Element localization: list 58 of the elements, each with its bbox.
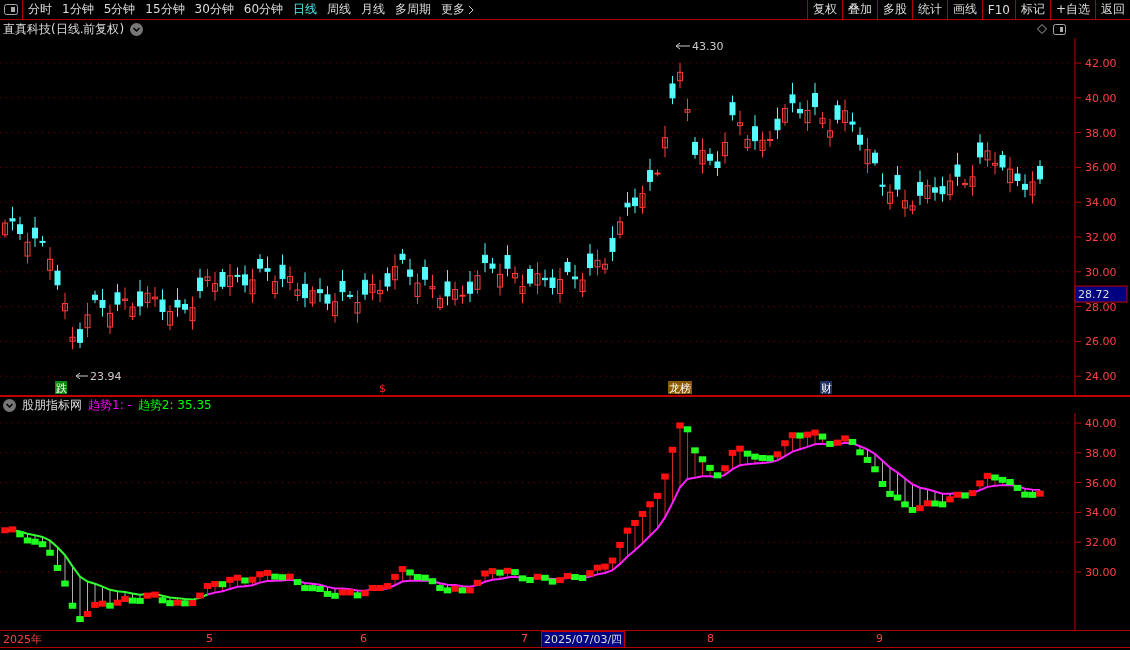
toolbar-button[interactable]: 统计	[911, 0, 947, 19]
legend-value: 趋势2: 35.35	[137, 396, 212, 414]
date-label: 6	[360, 632, 367, 645]
price-axis-label: 36.00	[1085, 161, 1117, 175]
chevron-right-icon	[468, 4, 475, 15]
dropdown-icon[interactable]	[130, 22, 144, 36]
date-label: 8	[707, 632, 714, 645]
indicator-axis-label: 32.00	[1085, 536, 1117, 550]
event-badge[interactable]: $	[379, 382, 386, 395]
price-axis-label: 32.00	[1085, 231, 1117, 244]
toolbar-button[interactable]: 画线	[946, 0, 982, 19]
toolbar-button[interactable]: F10	[981, 0, 1015, 19]
legend-value: 趋势1: -	[88, 396, 132, 414]
collapse-icon[interactable]	[3, 398, 16, 412]
period-tab[interactable]: 月线	[356, 0, 391, 19]
period-tab[interactable]: 30分钟	[189, 0, 239, 19]
indicator-name: 股朋指标网	[22, 396, 82, 414]
panel-toggle-icon[interactable]	[1053, 23, 1066, 35]
period-tab[interactable]: 更多	[436, 0, 480, 19]
diamond-icon[interactable]	[1037, 24, 1047, 34]
date-label: 2025年	[3, 632, 42, 647]
period-tab[interactable]: 5分钟	[98, 0, 141, 19]
price-axis-label: 28.00	[1085, 300, 1117, 314]
period-tab[interactable]: 1分钟	[57, 0, 99, 19]
toolbar-button[interactable]: 复权	[806, 0, 842, 19]
event-badge[interactable]: 财	[820, 381, 832, 395]
indicator-axis-label: 40.00	[1085, 417, 1117, 430]
period-tab[interactable]: 60分钟	[238, 0, 289, 19]
period-tab[interactable]: 日线	[288, 0, 323, 19]
current-price-label: 28.72	[1078, 288, 1110, 302]
period-tab[interactable]: 分时	[23, 0, 57, 19]
event-badge[interactable]: 龙榜	[668, 381, 692, 395]
date-label: 7	[521, 632, 528, 645]
price-axis-label: 26.00	[1085, 335, 1117, 349]
period-tab[interactable]: 15分钟	[140, 0, 190, 19]
date-label: 9	[876, 632, 883, 645]
toolbar-button[interactable]: +自选	[1049, 0, 1095, 19]
event-badge[interactable]: 跌	[55, 381, 67, 395]
price-axis-label: 38.00	[1085, 126, 1117, 140]
price-axis-label: 24.00	[1085, 370, 1117, 384]
date-label: 5	[206, 632, 213, 645]
toolbar-button[interactable]: 返回	[1095, 0, 1130, 19]
period-tab[interactable]: 周线	[322, 0, 357, 19]
indicator-axis-label: 30.00	[1085, 566, 1117, 579]
indicator-axis-label: 36.00	[1085, 476, 1117, 490]
date-label: 2025/07/03/四	[541, 631, 626, 648]
price-axis-label: 40.00	[1085, 91, 1117, 105]
price-axis-label: 42.00	[1085, 57, 1117, 70]
panel-toggle-icon[interactable]	[4, 4, 18, 15]
price-axis-label: 30.00	[1085, 265, 1117, 279]
indicator-axis-label: 34.00	[1085, 506, 1117, 520]
chart-title: 直真科技(日线.前复权)	[3, 20, 125, 38]
toolbar-button[interactable]: 叠加	[841, 0, 877, 19]
toolbar-button[interactable]: 标记	[1014, 0, 1050, 19]
toolbar-button[interactable]: 多股	[876, 0, 912, 19]
period-tab[interactable]: 多周期	[390, 0, 437, 19]
price-axis-label: 34.00	[1085, 196, 1117, 210]
indicator-axis-label: 38.00	[1085, 446, 1117, 460]
